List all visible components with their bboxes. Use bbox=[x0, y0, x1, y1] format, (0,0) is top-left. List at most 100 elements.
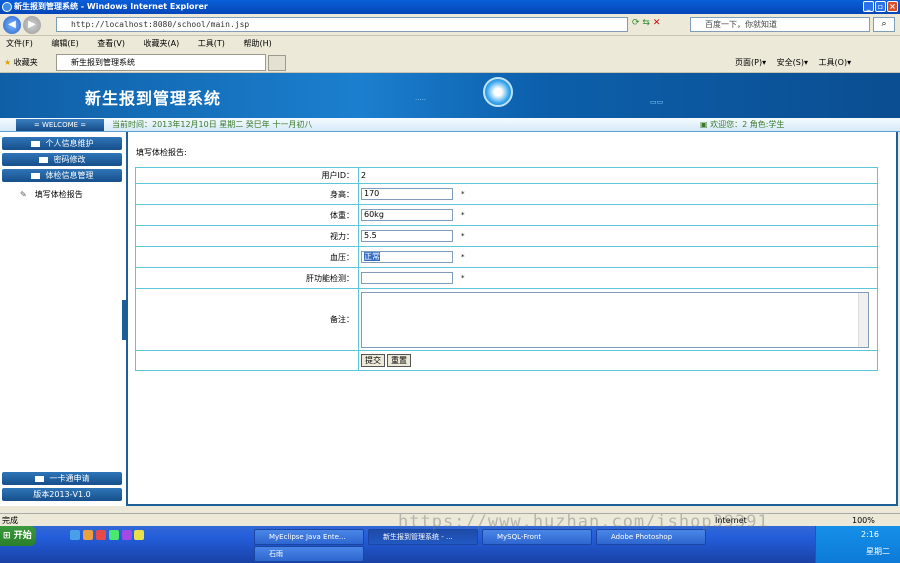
menu-view[interactable]: 查看(V) bbox=[97, 39, 125, 48]
new-tab-button[interactable] bbox=[268, 55, 286, 71]
required-mark: * bbox=[461, 211, 465, 219]
quicklaunch-icon[interactable] bbox=[95, 530, 106, 540]
watermark: https://www.huzhan.com/ishop39391 bbox=[398, 512, 769, 532]
form-row-userid: 用户ID： 2 bbox=[135, 167, 878, 184]
mail-icon[interactable] bbox=[483, 77, 513, 107]
search-icon[interactable]: ⌕ bbox=[873, 17, 895, 32]
page-tools: 页面(P)▾ 安全(S)▾ 工具(O)▾ bbox=[735, 58, 852, 67]
address-input[interactable]: http://localhost:8080/school/main.jsp bbox=[56, 17, 628, 32]
sidebar-item-card[interactable]: 一卡通申请 bbox=[2, 472, 122, 485]
favorites-button[interactable]: 收藏夹 bbox=[14, 58, 38, 67]
field-label: 血压： bbox=[135, 246, 359, 268]
textarea-scrollbar[interactable] bbox=[858, 292, 868, 347]
star-icon: ★ bbox=[4, 58, 12, 67]
field-label: 视力： bbox=[135, 225, 359, 247]
sidebar-sub-item-label: 填写体检报告 bbox=[34, 190, 83, 199]
menu-favorites[interactable]: 收藏夹(A) bbox=[144, 39, 180, 48]
form-heading: 填写体检报告: bbox=[136, 148, 187, 157]
tab-title: 新生报到管理系统 bbox=[71, 58, 135, 67]
window-controls: _ ▫ × bbox=[863, 1, 898, 12]
form-row-actions: 提交 重置 bbox=[135, 350, 878, 371]
required-mark: * bbox=[461, 232, 465, 240]
sidebar-item-label: 个人信息维护 bbox=[45, 139, 94, 148]
quicklaunch-icon[interactable] bbox=[134, 530, 145, 540]
sidebar-item-password[interactable]: 密码修改 bbox=[2, 153, 122, 166]
field-label: 身高： bbox=[135, 183, 359, 205]
reset-button[interactable]: 重置 bbox=[387, 354, 411, 367]
form-row-bp: 血压： 正常 * bbox=[135, 246, 878, 268]
window-titlebar: 新生报到管理系统 - Windows Internet Explorer _ ▫… bbox=[0, 0, 900, 14]
envelope-icon bbox=[30, 172, 40, 179]
welcome-badge: = WELCOME = bbox=[16, 119, 104, 131]
welcome-text: WELCOME bbox=[41, 121, 79, 129]
quicklaunch-icon[interactable] bbox=[70, 530, 80, 540]
current-time: 当前时间：2013年12月10日 星期二 癸巳年 十一月初八 bbox=[112, 120, 313, 129]
taskbar-button-input[interactable]: 石雨 bbox=[254, 546, 364, 562]
maximize-icon[interactable]: ▫ bbox=[875, 1, 886, 12]
remark-textarea[interactable] bbox=[361, 291, 869, 348]
field-label: 备注： bbox=[135, 288, 359, 351]
selected-text: 正常 bbox=[364, 252, 380, 261]
required-mark: * bbox=[461, 253, 465, 261]
sidebar: 个人信息维护 密码修改 体检信息管理 ✎ 填写体检报告 一卡通申请 版本2013-… bbox=[0, 132, 128, 506]
weight-input[interactable]: 60kg bbox=[361, 209, 453, 221]
field-label: 肝功能检测： bbox=[135, 267, 359, 289]
search-input[interactable]: 百度一下，你就知道 bbox=[690, 17, 870, 32]
menu-file[interactable]: 文件(F) bbox=[6, 39, 33, 48]
field-label: 用户ID： bbox=[135, 167, 359, 184]
pencil-icon: ✎ bbox=[20, 190, 27, 199]
menu-safety[interactable]: 安全(S) bbox=[777, 58, 804, 67]
sidebar-item-label: 体检信息管理 bbox=[45, 171, 94, 180]
quicklaunch-icon[interactable] bbox=[108, 530, 119, 540]
version-label: 版本2013-V1.0 bbox=[33, 490, 91, 499]
address-toolbar: ◀ ▶ http://localhost:8080/school/main.js… bbox=[0, 14, 900, 36]
vision-input[interactable]: 5.5 bbox=[361, 230, 453, 242]
height-input[interactable]: 170 bbox=[361, 188, 453, 200]
start-button[interactable]: ⊞ 开始 bbox=[0, 526, 36, 546]
actions-spacer bbox=[135, 350, 359, 371]
close-icon[interactable]: × bbox=[887, 1, 898, 12]
sidebar-item-health[interactable]: 体检信息管理 bbox=[2, 169, 122, 182]
sidebar-version: 版本2013-V1.0 bbox=[2, 488, 122, 501]
form-row-height: 身高： 170 * bbox=[135, 183, 878, 205]
blood-pressure-input[interactable]: 正常 bbox=[361, 251, 453, 263]
forward-button[interactable]: ▶ bbox=[23, 16, 41, 34]
sidebar-sub-item[interactable]: ✎ 填写体检报告 bbox=[20, 189, 83, 200]
required-mark: * bbox=[461, 274, 465, 282]
back-button[interactable]: ◀ bbox=[3, 16, 21, 34]
start-label: 开始 bbox=[13, 531, 32, 541]
menu-bar: 文件(F) 编辑(E) 查看(V) 收藏夹(A) 工具(T) 帮助(H) bbox=[0, 37, 900, 51]
search-placeholder: 百度一下，你就知道 bbox=[705, 20, 777, 29]
menu-tools[interactable]: 工具(T) bbox=[198, 39, 225, 48]
ie-logo-icon bbox=[2, 2, 12, 12]
quicklaunch-icon[interactable] bbox=[121, 530, 132, 540]
status-text: 完成 bbox=[2, 516, 18, 525]
minimize-icon[interactable]: _ bbox=[863, 1, 874, 12]
menu-edit[interactable]: 编辑(E) bbox=[51, 39, 78, 48]
required-mark: * bbox=[461, 190, 465, 198]
menu-tools-right[interactable]: 工具(O) bbox=[819, 58, 848, 67]
quicklaunch-icon[interactable] bbox=[82, 530, 93, 540]
banner-label-left: ····· bbox=[415, 96, 427, 104]
app-banner: 新生报到管理系统 ····· ▭▭ bbox=[0, 73, 900, 118]
system-tray: 2:16 星期二 bbox=[815, 526, 900, 563]
envelope-icon bbox=[30, 140, 40, 147]
liver-function-input[interactable] bbox=[361, 272, 453, 284]
submit-button[interactable]: 提交 bbox=[361, 354, 385, 367]
form-row-weight: 体重： 60kg * bbox=[135, 204, 878, 226]
form-row-liver: 肝功能检测： * bbox=[135, 267, 878, 289]
browser-tab[interactable]: 新生报到管理系统 bbox=[56, 54, 266, 71]
taskbar-button-myeclipse[interactable]: MyEclipse Java Ente... bbox=[254, 529, 364, 545]
logout-icon[interactable]: ▭▭ bbox=[650, 98, 663, 106]
info-bar: = WELCOME = 当前时间：2013年12月10日 星期二 癸巳年 十一月… bbox=[0, 118, 900, 132]
form-row-remark: 备注： bbox=[135, 288, 878, 351]
refresh-stop-icons[interactable]: ⟳ ⇆ ✕ bbox=[632, 18, 682, 32]
userid-value: 2 bbox=[358, 167, 878, 184]
sidebar-item-profile[interactable]: 个人信息维护 bbox=[2, 137, 122, 150]
user-info: ▣ 欢迎您：2 角色:学生 bbox=[700, 118, 784, 132]
clock[interactable]: 2:16 bbox=[861, 530, 879, 539]
menu-help[interactable]: 帮助(H) bbox=[243, 39, 271, 48]
menu-page[interactable]: 页面(P) bbox=[735, 58, 762, 67]
quick-launch bbox=[70, 530, 250, 542]
clock-day: 星期二 bbox=[866, 547, 890, 556]
